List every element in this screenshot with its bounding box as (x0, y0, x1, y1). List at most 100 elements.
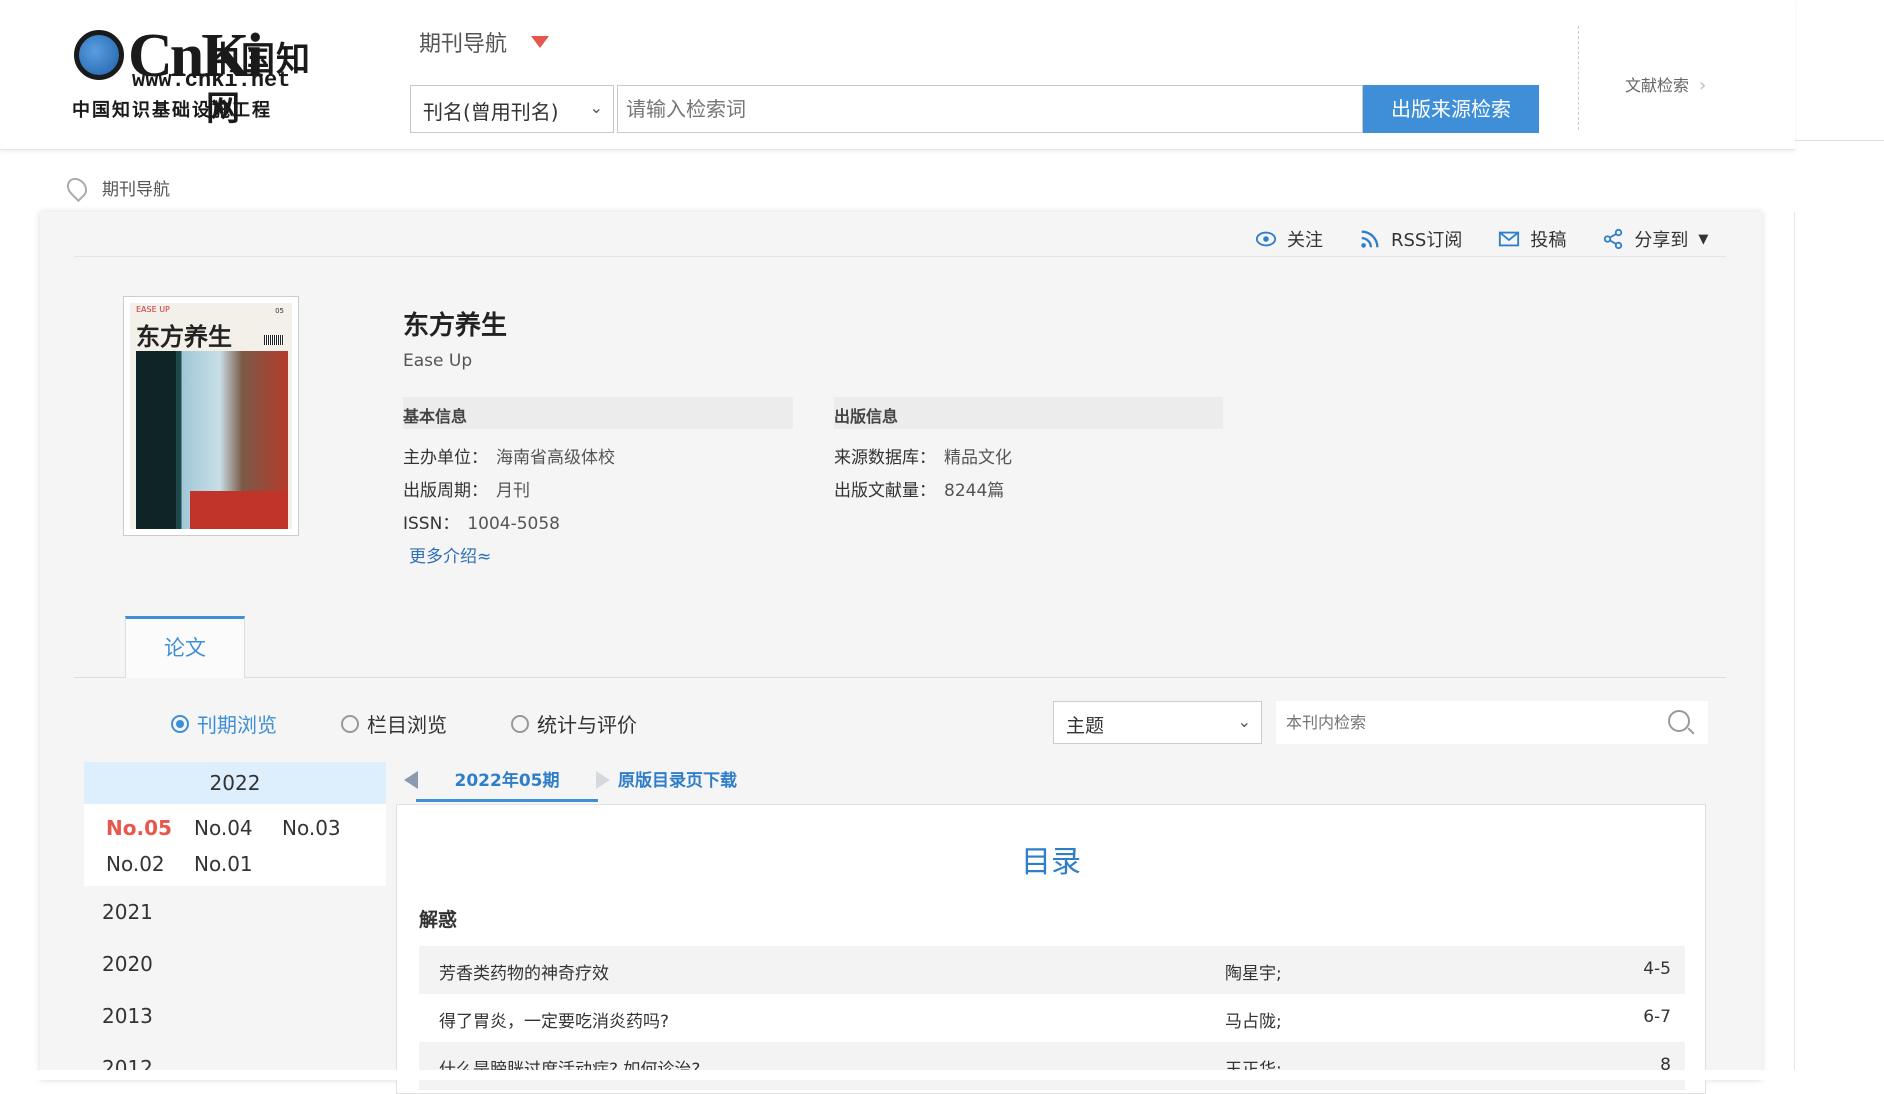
issue-item-active[interactable]: No.05 (106, 816, 172, 840)
divider (74, 256, 1726, 257)
radio-stats[interactable]: 统计与评价 (511, 709, 637, 738)
issue-tabs: 2022年05期 原版目录页下载 (396, 762, 1706, 802)
cnki-logo[interactable]: CnKi 中国知网 www.cnki.net 中国知识基础设施工程 (72, 25, 334, 128)
count-label: 出版文献量： (834, 481, 936, 501)
database-label: 来源数据库： (834, 448, 936, 468)
issue-item[interactable]: No.03 (282, 816, 348, 840)
article-author[interactable]: 陶星宇; (1225, 959, 1282, 984)
radio-label: 栏目浏览 (367, 713, 447, 737)
table-row[interactable]: 芳香类药物的神奇疗效 陶星宇; 4-5 (419, 946, 1685, 994)
issue-item[interactable]: No.02 (106, 852, 172, 876)
database-value: 精品文化 (944, 448, 1012, 468)
count-value: 8244篇 (944, 481, 1005, 501)
year-item-current[interactable]: 2022 (84, 762, 386, 804)
radio-label: 刊期浏览 (197, 713, 277, 737)
article-author[interactable]: 马占陇; (1225, 1007, 1282, 1032)
share-button[interactable]: 分享到 ▼ (1602, 226, 1708, 252)
table-of-contents: 目录 解惑 芳香类药物的神奇疗效 陶星宇; 4-5 得了胃炎，一定要吃消炎药吗?… (396, 804, 1706, 1094)
issn-label: ISSN： (403, 514, 460, 534)
radio-dot-icon (171, 714, 189, 733)
radio-column-browse[interactable]: 栏目浏览 (341, 709, 447, 738)
table-row[interactable]: 得了胃炎，一定要吃消炎药吗? 马占陇; 6-7 (419, 994, 1685, 1042)
barcode-icon (264, 335, 284, 345)
globe-icon (74, 30, 124, 80)
topic-select[interactable]: 主题 ⌄ (1053, 701, 1262, 744)
breadcrumb: 期刊导航 (62, 173, 170, 203)
search-field-value: 刊名(曾用刊名) (423, 100, 559, 124)
year-list: 2022 No.05 No.04 No.03 No.02 No.01 2021 … (84, 762, 386, 1094)
cover-issue-number: 05 (275, 307, 284, 315)
issue-item[interactable]: No.01 (194, 852, 260, 876)
location-pin-icon (62, 173, 92, 203)
sponsor-value: 海南省高级体校 (496, 448, 615, 468)
search-icon[interactable] (1668, 710, 1690, 732)
year-item[interactable]: 2013 (84, 990, 386, 1042)
topic-select-value: 主题 (1066, 715, 1105, 737)
more-intro-link[interactable]: 更多介绍≈ (409, 542, 491, 567)
rss-label: RSS订阅 (1391, 230, 1463, 251)
toc-section-title: 解惑 (419, 909, 458, 931)
current-issue-tab[interactable]: 2022年05期 (416, 762, 598, 802)
submit-label: 投稿 (1530, 230, 1567, 251)
download-toc-link[interactable]: 原版目录页下载 (618, 762, 737, 800)
in-journal-search-input[interactable] (1276, 701, 1708, 744)
issn-value: 1004-5058 (467, 514, 560, 534)
breadcrumb-item[interactable]: 期刊导航 (102, 180, 170, 200)
document-search-link[interactable]: 文献检索 › (1625, 72, 1706, 96)
cycle-label: 出版周期： (403, 481, 488, 501)
basic-info-header: 基本信息 (403, 397, 793, 429)
cycle-value: 月刊 (496, 481, 530, 501)
eye-icon (1255, 231, 1277, 247)
cover-title: 东方养生 (136, 325, 232, 351)
share-icon (1604, 228, 1623, 250)
caret-down-icon: ▼ (1698, 231, 1709, 247)
header: CnKi 中国知网 www.cnki.net 中国知识基础设施工程 期刊导航 刊… (0, 0, 1795, 150)
sponsor-info: 主办单位： 海南省高级体校 (403, 443, 615, 468)
share-label: 分享到 (1634, 230, 1689, 251)
caret-down-icon[interactable] (531, 36, 549, 48)
search-input[interactable] (617, 85, 1363, 133)
submit-button[interactable]: 投稿 (1498, 226, 1566, 252)
tab-papers[interactable]: 论文 (125, 616, 245, 678)
year-item[interactable]: 2020 (84, 938, 386, 990)
journal-panel: 关注 RSS订阅 投稿 分享到 ▼ EASE UP 05 东方养生 东方养生 Ea… (40, 212, 1762, 1094)
cover-ease-text: EASE UP (136, 305, 170, 314)
issue-list: No.05 No.04 No.03 No.02 No.01 (84, 804, 386, 886)
toc-heading: 目录 (1021, 845, 1081, 880)
year-item[interactable]: 2021 (84, 886, 386, 938)
article-title[interactable]: 芳香类药物的神奇疗效 (439, 959, 609, 984)
journal-english-title: Ease Up (403, 351, 473, 371)
header-divider (1578, 26, 1579, 130)
page-bottom (0, 1070, 1884, 1080)
search-field-select[interactable]: 刊名(曾用刊名) ⌄ (410, 85, 614, 133)
issue-item[interactable]: No.04 (194, 816, 260, 840)
panel-edge (1794, 212, 1795, 1080)
next-issue-arrow-icon[interactable] (596, 771, 610, 789)
action-bar: 关注 RSS订阅 投稿 分享到 ▼ (1255, 226, 1708, 252)
article-title[interactable]: 得了胃炎，一定要吃消炎药吗? (439, 1007, 669, 1032)
database-info: 来源数据库： 精品文化 (834, 443, 1012, 468)
count-info: 出版文献量： 8244篇 (834, 476, 1004, 501)
radio-dot-icon (341, 714, 359, 733)
logo-project: 中国知识基础设施工程 (72, 100, 272, 121)
rss-icon (1361, 230, 1379, 248)
cover-photo (136, 351, 288, 529)
rss-button[interactable]: RSS订阅 (1359, 226, 1462, 252)
journal-title: 东方养生 (403, 311, 508, 341)
chevron-down-icon: ⌄ (1237, 712, 1251, 731)
chevron-right-icon: › (1699, 75, 1707, 96)
chevron-down-icon: ⌄ (589, 98, 603, 117)
document-search-label: 文献检索 (1625, 76, 1690, 95)
mail-icon (1499, 231, 1520, 247)
follow-label: 关注 (1287, 230, 1323, 251)
header-edge-line (1795, 140, 1884, 141)
journal-nav-dropdown[interactable]: 期刊导航 (419, 26, 507, 58)
radio-issue-browse[interactable]: 刊期浏览 (171, 709, 277, 738)
sponsor-label: 主办单位： (403, 448, 488, 468)
year-item[interactable]: 2012 (84, 1042, 386, 1094)
source-search-button[interactable]: 出版来源检索 (1363, 85, 1539, 133)
table-row[interactable]: 什么是膀胱过度活动症? 如何诊治? 王正华; 8 (419, 1042, 1685, 1090)
radio-dot-icon (511, 714, 529, 733)
follow-button[interactable]: 关注 (1255, 226, 1323, 252)
cycle-info: 出版周期： 月刊 (403, 476, 530, 501)
